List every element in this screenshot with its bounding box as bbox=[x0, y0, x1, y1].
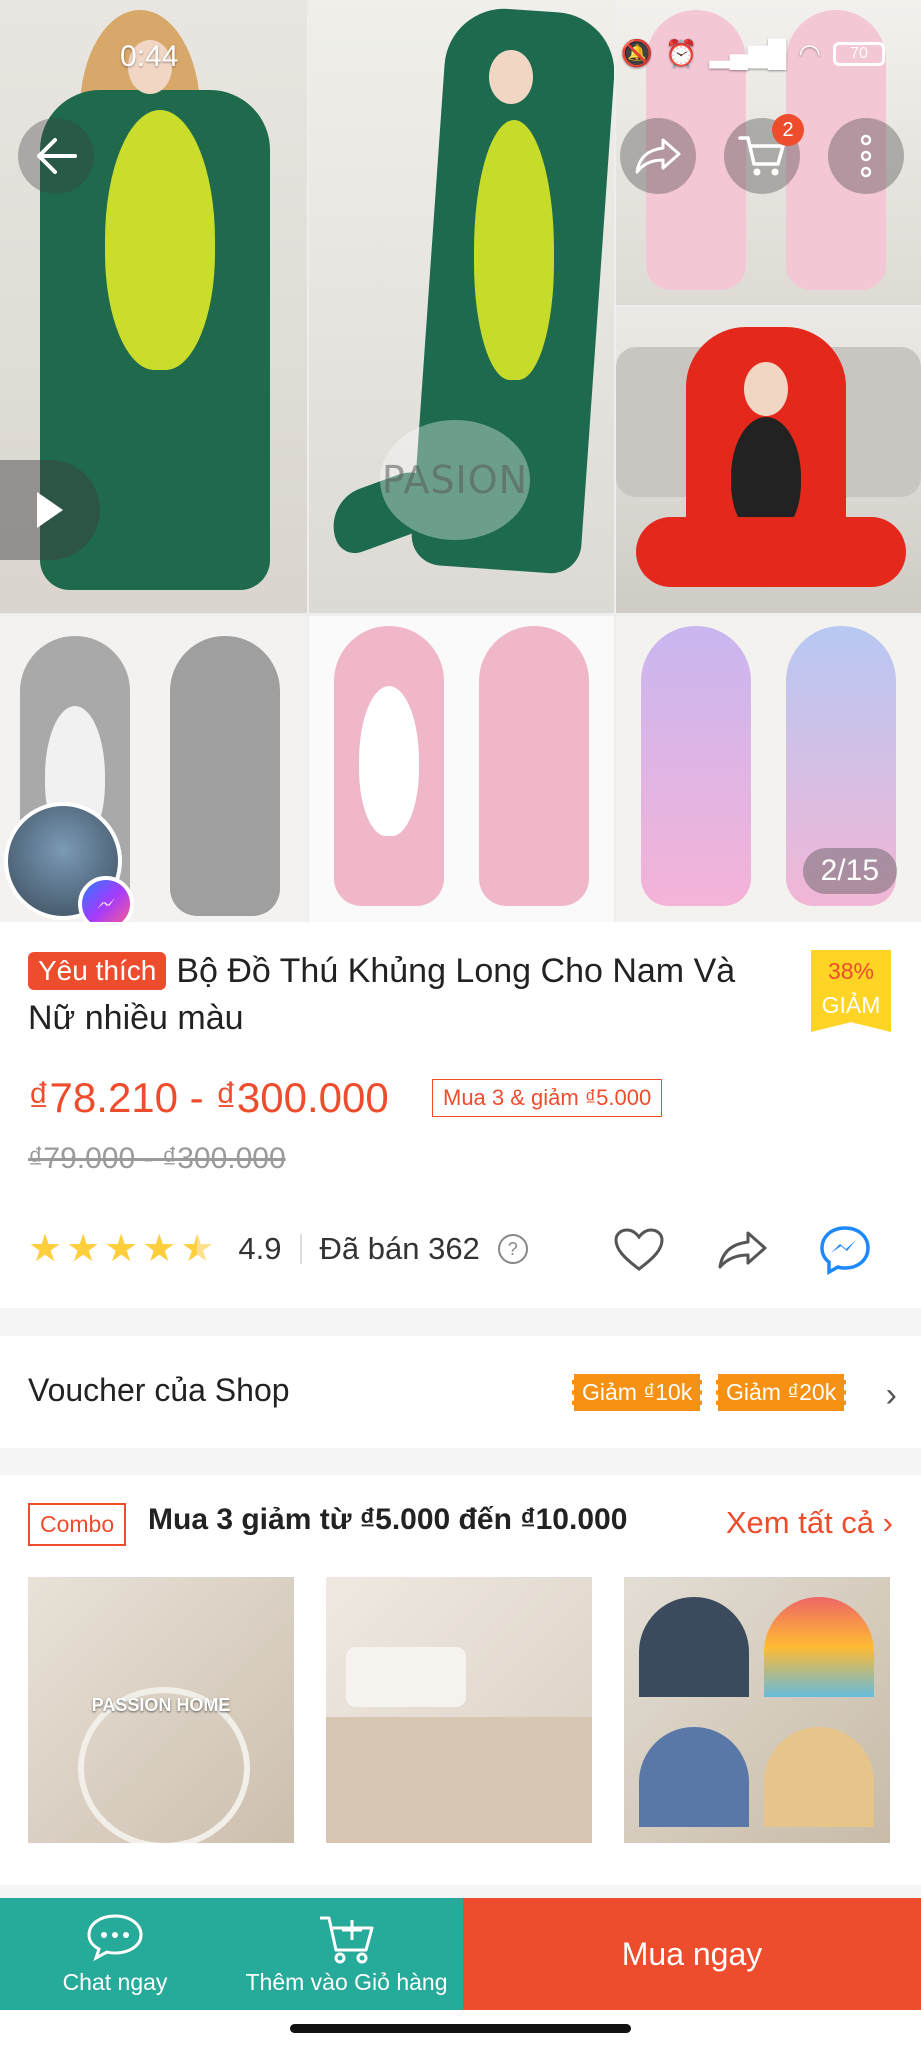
wifi-icon: ◠ bbox=[798, 38, 821, 68]
thumb-brand-label: PASSION HOME bbox=[91, 1695, 231, 1715]
product-photo-pink-dino bbox=[309, 616, 614, 922]
help-icon[interactable]: ? bbox=[497, 1234, 528, 1264]
cart-button[interactable]: 2 bbox=[724, 114, 804, 194]
rating-row[interactable]: ★ ★ ★ ★ ★ 4.9 Đã bán 362 ? bbox=[28, 1230, 528, 1268]
discount-percent: 38% bbox=[827, 958, 875, 984]
image-counter: 2/15 bbox=[802, 848, 897, 894]
status-time: 0:44 bbox=[120, 40, 179, 73]
share-button[interactable] bbox=[620, 118, 696, 194]
discount-label: GIẢM bbox=[821, 992, 881, 1018]
status-icons: 🔕 ⏰ ▂▄▆█ ◠ 70 bbox=[621, 38, 885, 69]
voucher-label: Voucher của Shop bbox=[28, 1372, 290, 1408]
star-icon: ★ bbox=[142, 1228, 177, 1270]
product-image-gallery[interactable]: PASION 0:44 🔕 ⏰ ▂▄▆█ ◠ 70 2 2/15 bbox=[0, 0, 921, 922]
chat-bubble-icon bbox=[87, 1914, 143, 1962]
combo-product-thumb[interactable]: PASSION HOME bbox=[28, 1577, 294, 1843]
battery-icon: 70 bbox=[833, 41, 885, 66]
combo-badge: Combo bbox=[28, 1503, 127, 1546]
bundle-promo-tag[interactable]: Mua 3 & giảm ₫5.000 bbox=[432, 1079, 663, 1117]
chat-now-button[interactable]: Chat ngay bbox=[0, 1898, 230, 2010]
combo-section: Combo Mua 3 giảm từ ₫5.000 đến ₫10.000 X… bbox=[0, 1475, 921, 1885]
star-icon: ★ bbox=[104, 1228, 139, 1270]
back-button[interactable] bbox=[18, 118, 94, 194]
bottom-action-bar: Chat ngay Thêm vào Giỏ hàng Mua ngay bbox=[0, 1898, 921, 2010]
play-video-button[interactable] bbox=[0, 460, 100, 560]
more-vertical-icon bbox=[860, 134, 872, 178]
play-icon bbox=[37, 492, 63, 528]
share-icon bbox=[635, 138, 681, 174]
voucher-chip[interactable]: Giảm ₫10k bbox=[572, 1374, 703, 1411]
see-all-label: Xem tất cả bbox=[725, 1505, 875, 1540]
cart-count-badge: 2 bbox=[772, 114, 804, 146]
add-to-cart-label: Thêm vào Giỏ hàng bbox=[245, 1969, 448, 1995]
signal-icon: ▂▄▆█ bbox=[709, 38, 787, 68]
product-photo-red-dino bbox=[616, 307, 921, 613]
product-title: Yêu thích Bộ Đồ Thú Khủng Long Cho Nam Và… bbox=[28, 948, 788, 1042]
share-product-button[interactable] bbox=[714, 1222, 770, 1278]
chevron-right-icon: › bbox=[885, 1376, 897, 1414]
chat-now-label: Chat ngay bbox=[62, 1969, 168, 1995]
rating-value: 4.9 bbox=[238, 1231, 282, 1266]
divider bbox=[299, 1234, 302, 1264]
more-options-button[interactable] bbox=[828, 118, 904, 194]
back-arrow-icon bbox=[37, 138, 77, 174]
system-nav-bar bbox=[0, 2010, 921, 2048]
add-to-cart-button[interactable]: Thêm vào Giỏ hàng bbox=[230, 1898, 463, 2010]
sold-count: Đã bán 362 bbox=[319, 1231, 480, 1266]
combo-title: Mua 3 giảm từ ₫5.000 đến ₫10.000 bbox=[148, 1503, 628, 1536]
half-star-icon: ★ bbox=[180, 1228, 215, 1270]
messenger-icon bbox=[820, 1226, 870, 1275]
mute-icon: 🔕 bbox=[620, 38, 654, 68]
see-all-link[interactable]: Xem tất cả › bbox=[726, 1505, 893, 1541]
alarm-icon: ⏰ bbox=[665, 38, 698, 68]
messenger-share-button[interactable] bbox=[818, 1222, 874, 1278]
original-price: ₫79.000 - ₫300.000 bbox=[28, 1142, 286, 1175]
combo-product-thumb[interactable] bbox=[326, 1577, 592, 1843]
like-button[interactable] bbox=[611, 1222, 667, 1278]
add-cart-icon bbox=[319, 1916, 373, 1964]
product-info-card: Yêu thích Bộ Đồ Thú Khủng Long Cho Nam Và… bbox=[0, 922, 921, 1308]
shop-voucher-row[interactable]: Voucher của Shop Giảm ₫10k Giảm ₫20k › bbox=[0, 1336, 921, 1448]
watermark-logo: PASION bbox=[380, 420, 530, 540]
discount-badge: 38% GIẢM bbox=[811, 950, 891, 1032]
share-icon bbox=[718, 1231, 767, 1269]
star-icon: ★ bbox=[66, 1228, 101, 1270]
heart-icon bbox=[614, 1228, 664, 1271]
combo-product-thumb[interactable] bbox=[624, 1577, 890, 1843]
favorite-badge: Yêu thích bbox=[28, 952, 167, 990]
home-indicator[interactable] bbox=[290, 2024, 631, 2033]
voucher-chip[interactable]: Giảm ₫20k bbox=[716, 1374, 847, 1411]
product-price: ₫78.210 - ₫300.000 bbox=[28, 1074, 389, 1121]
star-icon: ★ bbox=[28, 1228, 63, 1270]
buy-now-button[interactable]: Mua ngay bbox=[463, 1898, 921, 2010]
rating-stars: ★ ★ ★ ★ ★ bbox=[28, 1230, 214, 1268]
